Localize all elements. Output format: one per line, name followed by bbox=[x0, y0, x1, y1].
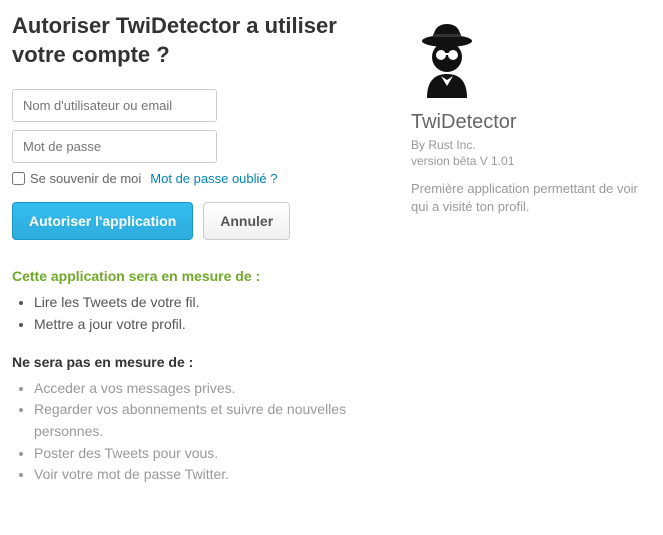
forgot-password-link[interactable]: Mot de passe oublié ? bbox=[150, 171, 277, 186]
cannot-do-list: Acceder a vos messages prives. Regarder … bbox=[12, 378, 381, 486]
page-title: Autoriser TwiDetector a utiliser votre c… bbox=[12, 12, 381, 69]
remember-label: Se souvenir de moi bbox=[30, 171, 141, 186]
username-input[interactable] bbox=[12, 89, 217, 122]
app-name: TwiDetector bbox=[411, 111, 651, 134]
list-item: Poster des Tweets pour vous. bbox=[34, 443, 381, 465]
app-author: By Rust Inc. bbox=[411, 138, 651, 152]
app-logo-icon bbox=[411, 20, 651, 101]
cannot-do-title: Ne sera pas en mesure de : bbox=[12, 354, 381, 370]
remember-checkbox[interactable] bbox=[12, 172, 25, 185]
authorize-button[interactable]: Autoriser l'application bbox=[12, 202, 193, 240]
list-item: Voir votre mot de passe Twitter. bbox=[34, 464, 381, 486]
list-item: Regarder vos abonnements et suivre de no… bbox=[34, 399, 381, 442]
list-item: Mettre a jour votre profil. bbox=[34, 314, 381, 336]
password-input[interactable] bbox=[12, 130, 217, 163]
app-version: version bêta V 1.01 bbox=[411, 154, 651, 168]
cancel-button[interactable]: Annuler bbox=[203, 202, 290, 240]
can-do-list: Lire les Tweets de votre fil. Mettre a j… bbox=[12, 292, 381, 335]
list-item: Lire les Tweets de votre fil. bbox=[34, 292, 381, 314]
list-item: Acceder a vos messages prives. bbox=[34, 378, 381, 400]
app-description: Première application permettant de voir … bbox=[411, 180, 651, 216]
can-do-title: Cette application sera en mesure de : bbox=[12, 268, 381, 284]
